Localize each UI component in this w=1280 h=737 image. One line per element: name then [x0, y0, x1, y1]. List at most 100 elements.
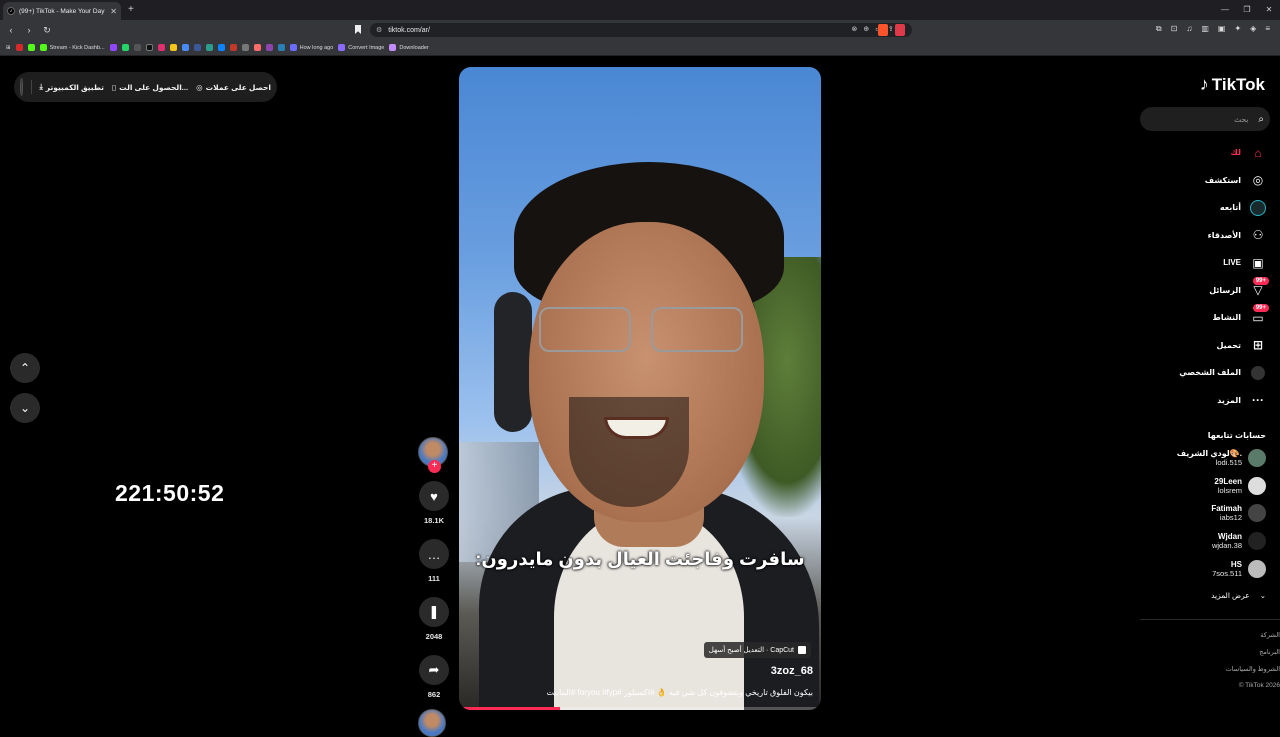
chevron-down-icon: ⌄	[1260, 591, 1266, 600]
reload-icon[interactable]: ↻	[40, 25, 54, 36]
sidebar-item-profile[interactable]: الملف الشخصي	[1146, 359, 1266, 387]
bookmark-favicon-icon[interactable]	[28, 44, 35, 51]
site-settings-icon[interactable]: ⚙	[376, 26, 382, 34]
bookmark-favicon-icon[interactable]	[266, 44, 273, 51]
bookmark-favicon-icon[interactable]	[194, 44, 201, 51]
save-action[interactable]: ❚ 2048	[418, 597, 450, 641]
bookmark-favicon-icon[interactable]	[254, 44, 261, 51]
bookmark-favicon-icon[interactable]	[170, 44, 177, 51]
bookmark-item[interactable]: How long ago	[290, 44, 334, 51]
address-bar[interactable]: ⚙ tiktok.com/ar/ ⊗ ⊕ ▭ ⇪ ☆	[370, 23, 912, 37]
tiktok-logo[interactable]: ♪ TikTok	[1200, 74, 1265, 95]
sidebar-item-messages[interactable]: الرسائل ▽ 99+	[1146, 277, 1266, 305]
next-video-button[interactable]: ⌄	[10, 393, 40, 423]
bookmark-favicon-icon[interactable]	[182, 44, 189, 51]
like-action[interactable]: ♥ 18.1K	[418, 481, 450, 525]
share-icon[interactable]: ⇪	[888, 25, 894, 33]
sidebar-item-explore[interactable]: استكشف ◎	[1146, 167, 1266, 195]
sidebar-item-live[interactable]: LIVE ▣	[1146, 249, 1266, 277]
sidebar-item-upload[interactable]: تحميل ⊞	[1146, 332, 1266, 360]
brave-shields-icon[interactable]	[878, 24, 888, 36]
sound-avatar[interactable]	[418, 709, 446, 737]
bookmark-favicon-icon[interactable]	[242, 44, 249, 51]
tiktok-favicon-icon: ♪	[7, 7, 15, 15]
brave-rewards-icon[interactable]	[895, 24, 905, 36]
top-actions-pill: ◎ احصل على عملات ▯ الحصول على الت... ⤓ ت…	[14, 72, 277, 102]
bookmark-item[interactable]: Downloader	[389, 44, 428, 51]
video-username[interactable]: 3zoz_68	[771, 665, 813, 677]
footer-link-company[interactable]: الشركة	[1260, 631, 1280, 639]
restore-icon[interactable]: ❐	[1236, 0, 1258, 20]
extension-icon[interactable]: ⧉	[1156, 24, 1162, 34]
sidebar-item-more[interactable]: المزيد ···	[1146, 387, 1266, 415]
x-icon[interactable]	[134, 44, 141, 51]
extension-icon[interactable]: ⊡	[1171, 24, 1178, 34]
following-account[interactable]: Wjdan wjdan.38	[1212, 532, 1266, 550]
following-account[interactable]: 29Leen lolsrem	[1214, 477, 1266, 495]
bookmark-item[interactable]: Convert Image	[338, 44, 384, 51]
leo-icon[interactable]: ✦	[1234, 24, 1241, 34]
save-count: 2048	[426, 632, 443, 641]
close-window-icon[interactable]: ✕	[1258, 0, 1280, 20]
share-arrow-icon[interactable]: ➦	[419, 655, 449, 685]
whatsapp-icon[interactable]	[122, 44, 129, 51]
sidebar-item-for-you[interactable]: لك ⌂	[1146, 139, 1266, 167]
comment-icon[interactable]: …	[419, 539, 449, 569]
vpn-icon[interactable]: ◈	[1250, 24, 1256, 34]
music-icon[interactable]: ♫	[1186, 24, 1192, 34]
capcut-text: CapCut · التعديل أصبح أسهل	[709, 646, 794, 654]
search-placeholder: بحث	[1234, 115, 1248, 124]
apps-grid-icon[interactable]: ⊞	[6, 45, 11, 51]
share-count: 862	[428, 690, 441, 699]
heart-icon[interactable]: ♥	[419, 481, 449, 511]
sidebar-item-following[interactable]: أتابعه	[1146, 194, 1266, 222]
user-avatar[interactable]	[20, 78, 23, 96]
tiktok-icon[interactable]	[146, 44, 153, 51]
bookmark-icon[interactable]: ❚	[419, 597, 449, 627]
sidebar-item-label: LIVE	[1223, 258, 1241, 267]
sidebar-item-activity[interactable]: النشاط ▭ 99+	[1146, 304, 1266, 332]
following-account[interactable]: HS 7sos.511	[1212, 560, 1266, 578]
see-more-button[interactable]: عرض المزيد ⌄	[1211, 591, 1266, 600]
get-coins-link[interactable]: ◎ احصل على عملات	[196, 83, 271, 92]
chevron-down-icon: ⌄	[20, 401, 30, 415]
zoom-icon[interactable]: ⊕	[863, 25, 869, 33]
footer-link-program[interactable]: البرنامج	[1259, 648, 1280, 656]
get-app-link[interactable]: ▯ الحصول على الت...	[112, 83, 188, 92]
wallet-icon[interactable]: ▣	[1218, 24, 1226, 34]
back-icon[interactable]: ‹	[4, 25, 18, 35]
search-icon[interactable]: ⌕	[1258, 114, 1264, 125]
close-tab-icon[interactable]: ✕	[110, 7, 117, 16]
bookmark-favicon-icon[interactable]	[218, 44, 225, 51]
minimize-icon[interactable]: —	[1214, 0, 1236, 20]
sidebar-icon[interactable]: ▥	[1201, 24, 1209, 34]
follow-plus-icon[interactable]: +	[428, 460, 441, 473]
bookmark-favicon-icon[interactable]	[278, 44, 285, 51]
share-action[interactable]: ➦ 862	[418, 655, 450, 699]
video-player[interactable]: سافرت وفاجئت العيال بدون مايدرون: CapCut…	[459, 67, 821, 710]
capcut-label[interactable]: CapCut · التعديل أصبح أسهل	[704, 642, 811, 658]
bookmark-item[interactable]: Stream - Kick Dashb...	[40, 44, 105, 51]
creator-avatar[interactable]: +	[418, 437, 448, 467]
bookmark-favicon-icon[interactable]	[16, 44, 23, 51]
menu-icon[interactable]: ≡	[1265, 24, 1270, 34]
bookmark-favicon-icon[interactable]	[206, 44, 213, 51]
comment-action[interactable]: … 111	[418, 539, 450, 583]
forward-icon[interactable]: ›	[22, 25, 36, 35]
bookmark-favicon-icon[interactable]	[230, 44, 237, 51]
bookmark-icon[interactable]	[355, 25, 361, 34]
new-tab-button[interactable]: +	[128, 4, 134, 15]
instagram-icon[interactable]	[158, 44, 165, 51]
following-account[interactable]: لودي الشريف🎨. lodi.515	[1177, 449, 1266, 467]
footer-link-terms[interactable]: الشروط والسياسات	[1226, 665, 1280, 673]
translate-icon[interactable]: ⊗	[851, 25, 857, 33]
browser-tab[interactable]: ♪ (99+) TikTok - Make Your Day ✕	[3, 2, 121, 20]
desktop-app-link[interactable]: ⤓ تطبيق الكمبيوتر	[39, 82, 104, 92]
following-account[interactable]: Fatimah iabs12	[1211, 504, 1266, 522]
twitch-icon[interactable]	[110, 44, 117, 51]
chevron-up-icon: ⌃	[20, 361, 30, 375]
search-input[interactable]: بحث ⌕	[1140, 107, 1270, 131]
video-progress-bar[interactable]	[459, 707, 821, 710]
sidebar-item-friends[interactable]: الأصدقاء ⚇	[1146, 222, 1266, 250]
previous-video-button[interactable]: ⌃	[10, 353, 40, 383]
